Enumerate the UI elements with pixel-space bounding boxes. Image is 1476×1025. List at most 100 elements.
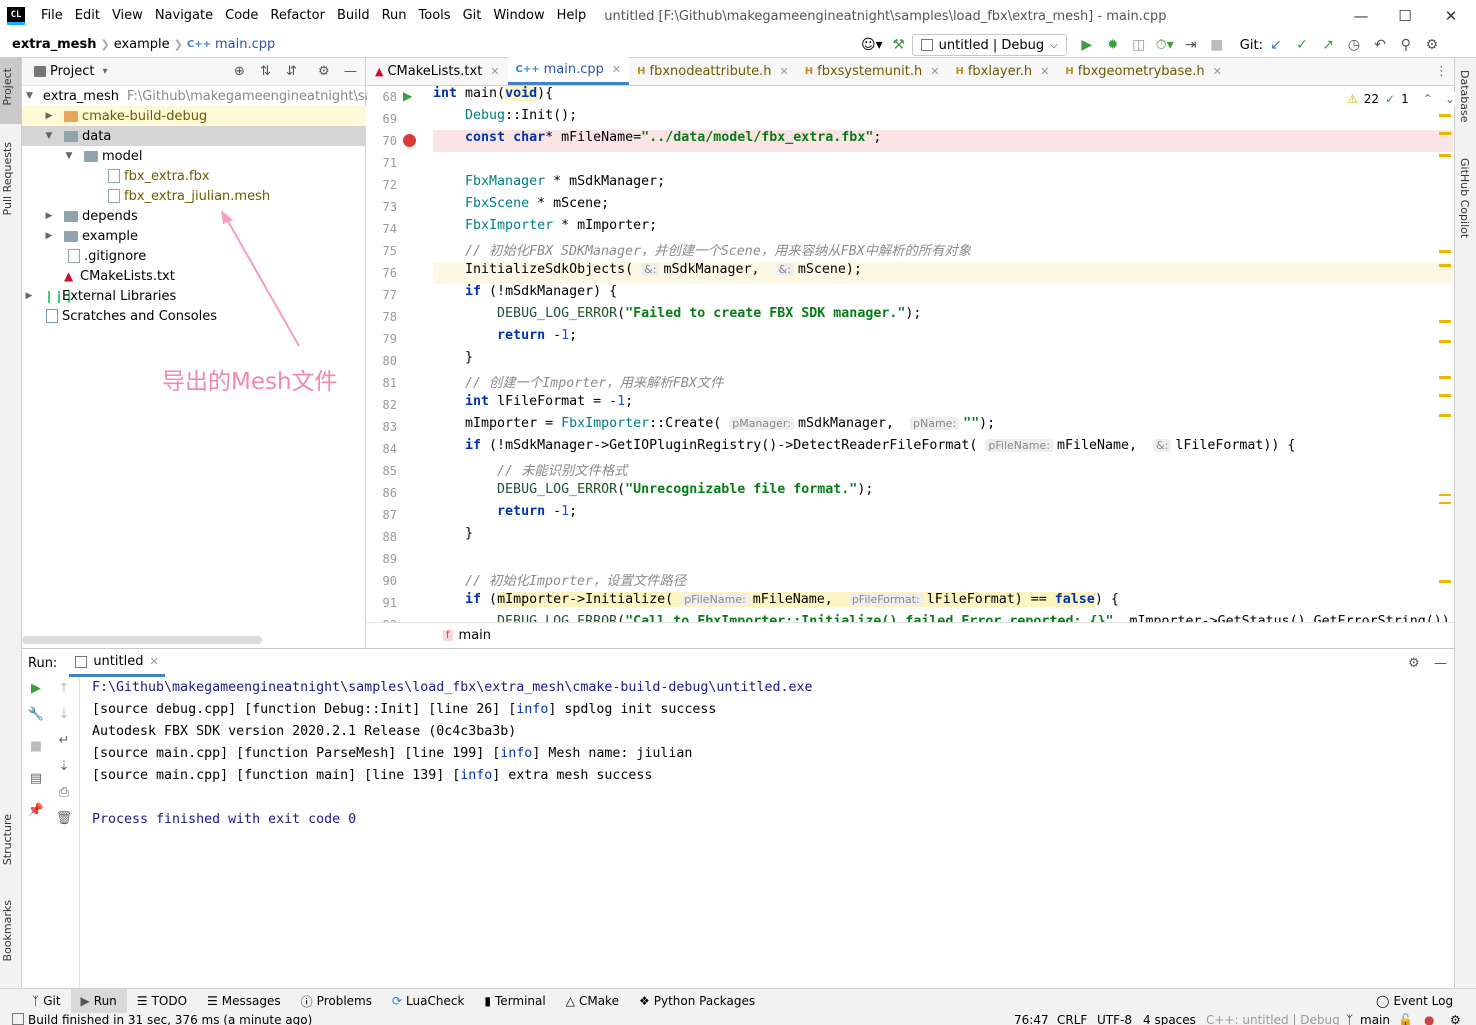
stop-icon[interactable]: ■ [26,739,46,754]
tool-cmake[interactable]: △ CMake [556,989,629,1014]
tab-fbxsystemunit[interactable]: H fbxsystemunit.h ✕ [797,57,948,85]
gear-icon[interactable]: ⚙ [1408,656,1420,671]
close-icon[interactable]: ✕ [612,63,621,76]
arrow-up-icon[interactable]: ↑ [54,681,74,696]
menu-git[interactable]: Git [457,0,488,32]
tab-cmakelists[interactable]: ▲ CMakeLists.txt ✕ [367,57,508,85]
tab-fbxlayer[interactable]: H fbxlayer.h ✕ [947,57,1057,85]
run-icon[interactable]: ▶ [1077,34,1097,56]
menu-tools[interactable]: Tools [413,0,457,32]
tree-item-model[interactable]: ▼ model [22,146,366,166]
status-layout-icon[interactable] [12,1013,24,1025]
tool-run[interactable]: ▶ Run [70,988,127,1014]
menu-file[interactable]: File [35,0,69,32]
tool-problems[interactable]: ⓘ Problems [291,989,382,1014]
indent-setting[interactable]: 4 spaces [1143,1013,1196,1025]
hammer-build-icon[interactable]: ⚒ [889,34,909,56]
github-copilot-tool-tab[interactable]: GitHub Copilot [1458,158,1471,238]
tab-fbxnodeattribute[interactable]: H fbxnodeattribute.h ✕ [629,57,797,85]
git-branch[interactable]: main [1360,1013,1390,1025]
menu-build[interactable]: Build [331,0,376,32]
menu-window[interactable]: Window [487,0,550,32]
project-view-select[interactable]: Project [50,64,94,79]
tab-fbxgeometrybase[interactable]: H fbxgeometrybase.h ✕ [1057,57,1229,85]
tool-todo[interactable]: ☰ TODO [127,989,197,1014]
tool-git[interactable]: ᛉ Git [22,989,71,1014]
stop-icon[interactable]: ■ [1207,34,1227,56]
close-icon[interactable]: ✕ [780,65,789,78]
scroll-to-end-icon[interactable]: ⇣ [54,759,74,774]
cursor-position[interactable]: 76:47 [1014,1013,1049,1025]
lock-icon[interactable]: 🔓 [1398,1013,1413,1025]
menu-edit[interactable]: Edit [69,0,106,32]
chevron-down-icon[interactable]: ⌄ [1445,92,1455,106]
collapse-all-icon[interactable]: ⇵ [286,64,297,79]
expand-all-icon[interactable]: ⇅ [260,64,271,79]
pull-requests-tool-tab[interactable]: Pull Requests [1,142,14,215]
inspection-icon[interactable]: ● [1424,1013,1434,1025]
locate-icon[interactable]: ⊕ [234,64,245,79]
horizontal-scrollbar[interactable] [22,636,262,644]
run-tab-untitled[interactable]: untitled ✕ [69,649,165,677]
rerun-icon[interactable]: ▶ [26,681,46,696]
history-icon[interactable]: ◷ [1344,34,1364,56]
run-configuration-select[interactable]: untitled | Debug ⌵ [911,34,1067,56]
error-stripe[interactable] [1439,114,1451,622]
attach-icon[interactable]: ⇥ [1181,34,1201,56]
close-icon[interactable]: ✕ [490,65,499,78]
user-icon[interactable]: ☺▾ [861,34,883,56]
trash-icon[interactable]: 🗑 [54,811,74,826]
arrow-down-icon[interactable]: ↓ [54,707,74,722]
tree-item-data[interactable]: ▼ data [22,126,366,146]
hide-icon[interactable]: — [344,64,357,79]
search-icon[interactable]: ⚲ [1396,34,1416,56]
tool-event-log[interactable]: ◯ Event Log [1366,989,1463,1014]
tree-item-cmake-build-debug[interactable]: ▶ cmake-build-debug [22,106,366,126]
tree-item-example[interactable]: ▶ example [22,226,366,246]
breadcrumb-folder[interactable]: example [110,37,174,52]
resolve-context[interactable]: C++: untitled | Debug [1206,1013,1340,1025]
database-tool-tab[interactable]: Database [1458,70,1471,123]
debug-icon[interactable]: ✹ [1103,34,1123,56]
tree-item-scratches[interactable]: Scratches and Consoles [22,306,366,326]
tool-terminal[interactable]: ▮ Terminal [474,989,555,1014]
git-update-icon[interactable]: ↙ [1266,34,1286,56]
structure-tool-tab[interactable]: Structure [1,814,14,865]
breadcrumb-file[interactable]: main.cpp [211,37,279,52]
rollback-icon[interactable]: ↶ [1370,34,1390,56]
tree-item-extra-mesh[interactable]: ▼ extra_mesh F:\Github\makegameengineatn… [22,86,385,106]
close-icon[interactable]: ✕ [149,655,158,668]
maximize-icon[interactable]: ☐ [1382,0,1428,32]
bookmarks-tool-tab[interactable]: Bookmarks [1,900,14,961]
git-push-icon[interactable]: ↗ [1318,34,1338,56]
close-icon[interactable]: ✕ [1040,65,1049,78]
print-icon[interactable]: ⎙ [54,785,74,800]
pin-icon[interactable]: 📌 [26,803,46,818]
chevron-down-icon[interactable]: ▾ [102,66,107,77]
settings-icon[interactable]: ⚙ [1422,34,1442,56]
menu-run[interactable]: Run [376,0,413,32]
close-icon[interactable]: ✕ [1428,0,1474,32]
tree-item-fbx-extra-fbx[interactable]: fbx_extra.fbx [22,166,366,186]
tree-item-depends[interactable]: ▶ depends [22,206,366,226]
menu-view[interactable]: View [106,0,149,32]
tab-main-cpp[interactable]: C++ main.cpp ✕ [507,57,630,85]
more-tabs-icon[interactable]: ⋮ [1435,64,1448,79]
close-icon[interactable]: ✕ [1213,65,1222,78]
profile-icon[interactable]: ⏱▾ [1155,34,1175,56]
coverage-icon[interactable]: ◫ [1129,34,1149,56]
minimize-icon[interactable]: — [1338,0,1384,32]
layout-icon[interactable]: ▤ [26,771,46,786]
line-separator[interactable]: CRLF [1057,1013,1087,1025]
tree-item-cmakelists[interactable]: ▲ CMakeLists.txt [22,266,366,286]
menu-help[interactable]: Help [551,0,593,32]
tool-luacheck[interactable]: ⟳ LuaCheck [382,989,474,1014]
tree-item-gitignore[interactable]: .gitignore [22,246,366,266]
tree-item-external-libraries[interactable]: ▶ ❙❙❙ External Libraries [22,286,366,306]
git-commit-icon[interactable]: ✓ [1292,34,1312,56]
file-encoding[interactable]: UTF-8 [1097,1013,1132,1025]
project-tool-tab[interactable]: Project [1,68,14,106]
menu-refactor[interactable]: Refactor [264,0,331,32]
tool-python-packages[interactable]: ❖ Python Packages [629,989,765,1014]
hide-icon[interactable]: — [1434,656,1447,671]
